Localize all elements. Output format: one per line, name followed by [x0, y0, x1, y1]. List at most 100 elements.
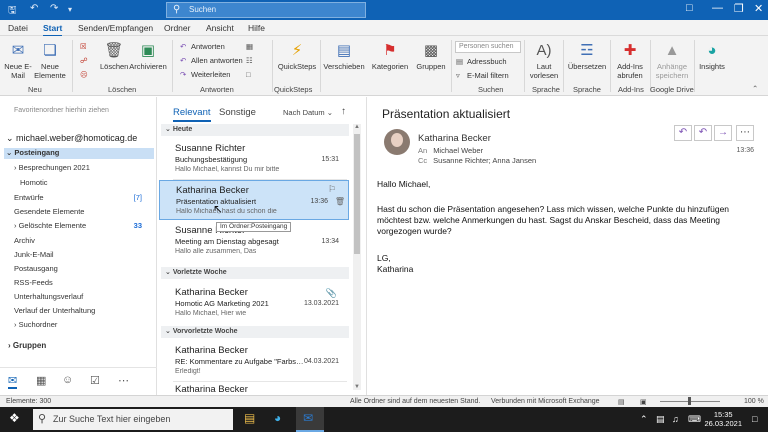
flag-icon[interactable]: ⚐	[328, 184, 336, 195]
more-actions-icon[interactable]: ⋯	[736, 125, 754, 141]
save-icon[interactable]: 🖫	[8, 3, 17, 20]
sender-name[interactable]: Katharina Becker	[418, 133, 491, 144]
notifications-icon[interactable]: □	[752, 414, 757, 424]
folder-entwuerfe[interactable]: Entwürfe [7]	[14, 193, 154, 202]
people-icon[interactable]: ☺	[62, 374, 73, 386]
search-box[interactable]: ⚲ Suchen	[166, 2, 366, 18]
windows-start-icon[interactable]: ❖	[9, 411, 20, 425]
list-item-selected[interactable]: Katharina Becker Präsentation aktualisie…	[159, 180, 349, 220]
more-icon[interactable]: ⋯	[118, 374, 129, 387]
folder-postausgang[interactable]: Postausgang	[14, 264, 154, 273]
list-item[interactable]: Susanne Richter Buchungsbestätigung Hall…	[159, 139, 349, 179]
network-icon[interactable]: ▤	[656, 414, 665, 425]
reply-all-icon[interactable]: ↶	[694, 125, 712, 141]
sort-direction-icon[interactable]: ↑	[341, 106, 346, 117]
im-reply-icon[interactable]: ☷	[246, 56, 257, 65]
new-email-button[interactable]: ✉ Neue E-Mail	[4, 42, 32, 80]
reading-view-icon[interactable]: ▣	[640, 398, 647, 406]
tab-senden-empfangen[interactable]: Senden/Empfangen	[78, 23, 153, 33]
address-book-button[interactable]: ▤ Adressbuch	[456, 57, 507, 66]
message-list-scrollbar[interactable]: ▲ ▼	[353, 124, 361, 390]
delete-button[interactable]: 🗑 Löschen	[100, 42, 128, 71]
quicksteps-button[interactable]: ⚡ QuickSteps	[276, 42, 318, 71]
list-item[interactable]: Katharina Becker	[159, 383, 349, 395]
ribbon-display-icon[interactable]: □	[686, 2, 693, 14]
folder-unterhaltungsverlauf[interactable]: Unterhaltungsverlauf	[14, 292, 154, 301]
customize-toolbar-icon[interactable]: ▾	[68, 5, 72, 14]
taskbar-search[interactable]: ⚲ Zur Suche Text hier eingeben	[33, 409, 233, 430]
tab-relevant[interactable]: Relevant	[173, 107, 211, 122]
filter-email-button[interactable]: ▿ E-Mail filtern	[456, 71, 509, 80]
minimize-icon[interactable]: —	[712, 2, 723, 14]
scrollbar-thumb[interactable]	[354, 134, 360, 254]
keyboard-icon[interactable]: ⌨	[688, 414, 701, 425]
groups-header[interactable]: › Gruppen	[8, 341, 148, 350]
tab-start[interactable]: Start	[43, 23, 63, 37]
scroll-down-icon[interactable]: ▼	[353, 384, 361, 390]
list-item[interactable]: Katharina Becker RE: Kommentare zu Aufga…	[159, 341, 349, 381]
categories-button[interactable]: ⚑ Kategorien	[368, 42, 412, 71]
reply-icon[interactable]: ↶	[674, 125, 692, 141]
zoom-slider-thumb[interactable]	[688, 397, 691, 405]
get-addins-button[interactable]: ✚ Add-Ins abrufen	[612, 42, 648, 80]
edge-icon[interactable]: ◕	[274, 411, 281, 425]
cleanup-icon[interactable]: ☍	[80, 56, 91, 65]
folder-posteingang[interactable]: ⌄ Posteingang	[4, 148, 154, 159]
group-header-today[interactable]: ⌄ Heute	[161, 124, 349, 136]
forward-button[interactable]: ↷ Weiterleiten	[180, 70, 230, 79]
forward-icon[interactable]: →	[714, 125, 732, 141]
new-items-button[interactable]: ❏ Neue Elemente	[32, 42, 68, 80]
insights-button[interactable]: ◕ Insights	[696, 42, 728, 71]
tab-hilfe[interactable]: Hilfe	[248, 23, 265, 33]
folder-geloeschte[interactable]: › Gelöschte Elemente 33	[14, 221, 154, 230]
tasks-icon[interactable]: ☑	[90, 374, 100, 387]
outlook-taskbar-button[interactable]: ✉	[296, 407, 324, 432]
folder-verlauf-unterhaltung[interactable]: Verlauf der Unterhaltung	[14, 306, 154, 315]
account-header[interactable]: ⌄ michael.weber@homoticag.de	[6, 133, 137, 144]
groups-button[interactable]: ▩ Gruppen	[412, 42, 450, 71]
meeting-reply-icon[interactable]: ▦	[246, 42, 257, 51]
zoom-level[interactable]: 100 %	[744, 398, 764, 405]
calendar-icon[interactable]: ▦	[36, 374, 46, 387]
people-search-field[interactable]: Personen suchen	[455, 41, 521, 53]
trash-icon[interactable]: 🗑	[335, 197, 345, 206]
avatar[interactable]	[384, 129, 410, 155]
normal-view-icon[interactable]: ▤	[618, 398, 625, 406]
junk-icon[interactable]: ☹	[80, 70, 91, 79]
volume-icon[interactable]: ♫	[672, 414, 679, 424]
reply-all-button[interactable]: ↶ Allen antworten	[180, 56, 243, 65]
read-aloud-button[interactable]: A) Laut vorlesen	[526, 42, 562, 80]
tab-sonstige[interactable]: Sonstige	[219, 107, 256, 118]
group-header-lastweek[interactable]: ⌄ Vorletzte Woche	[161, 267, 349, 279]
sort-dropdown[interactable]: Nach Datum ⌄	[283, 108, 333, 117]
folder-suchordner[interactable]: › Suchordner	[14, 320, 154, 329]
list-item[interactable]: Katharina Becker Homotic AG Marketing 20…	[159, 283, 349, 323]
tray-chevron-icon[interactable]: ⌃	[640, 414, 648, 425]
move-button[interactable]: ▤ Verschieben	[322, 42, 366, 71]
group-header-weekbefore[interactable]: ⌄ Vorvorletzte Woche	[161, 326, 349, 338]
ignore-icon[interactable]: ☒	[80, 42, 91, 51]
close-icon[interactable]: ✕	[754, 2, 763, 15]
folder-junk[interactable]: Junk-E-Mail	[14, 250, 154, 259]
save-attachments-button[interactable]: ▲ Anhänge speichern	[652, 42, 692, 80]
tab-ansicht[interactable]: Ansicht	[206, 23, 234, 33]
tab-datei[interactable]: Datei	[8, 23, 28, 33]
undo-icon[interactable]: ↶	[30, 3, 38, 14]
scroll-up-icon[interactable]: ▲	[353, 124, 361, 130]
maximize-icon[interactable]: ❐	[734, 2, 744, 15]
translate-button[interactable]: ☲ Übersetzen	[565, 42, 609, 71]
collapse-ribbon-icon[interactable]: ⌃	[752, 84, 758, 93]
folder-gesendete[interactable]: Gesendete Elemente	[14, 207, 154, 216]
reply-button[interactable]: ↶ Antworten	[180, 42, 225, 51]
archive-button[interactable]: ▣ Archivieren	[128, 42, 168, 71]
folder-homotic[interactable]: Homotic	[20, 178, 160, 187]
folder-besprechungen[interactable]: › Besprechungen 2021	[14, 163, 154, 172]
clock[interactable]: 15:35 26.03.2021	[704, 410, 742, 428]
folder-archiv[interactable]: Archiv	[14, 236, 154, 245]
mail-icon[interactable]: ✉	[8, 374, 18, 389]
more-reply-icon[interactable]: □	[246, 70, 257, 79]
redo-icon[interactable]: ↷	[50, 3, 58, 14]
folder-rss[interactable]: RSS-Feeds	[14, 278, 154, 287]
file-explorer-icon[interactable]: ▤	[244, 411, 255, 425]
tab-ordner[interactable]: Ordner	[164, 23, 190, 33]
